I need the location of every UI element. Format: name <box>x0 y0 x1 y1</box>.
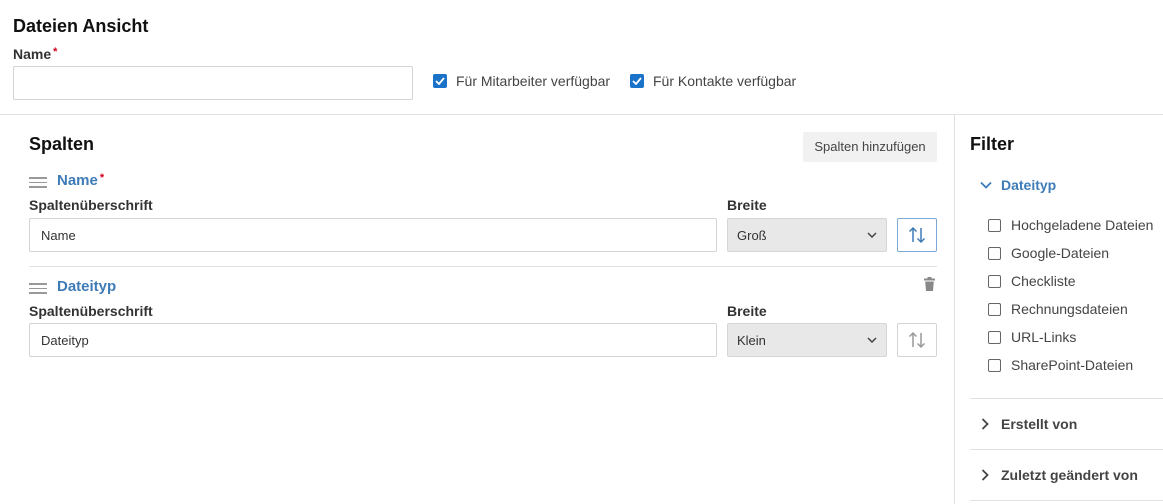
filter-option[interactable]: URL-Links <box>988 329 1076 345</box>
name-label-text: Name <box>13 46 52 62</box>
filter-checkbox[interactable] <box>988 246 1001 260</box>
width-label: Breite <box>727 197 767 213</box>
filter-checkbox[interactable] <box>988 330 1001 344</box>
filter-divider <box>954 114 955 504</box>
employees-checkbox-row[interactable]: Für Mitarbeiter verfügbar <box>433 73 610 89</box>
add-columns-button[interactable]: Spalten hinzufügen <box>803 132 937 162</box>
filter-option-label: Hochgeladene Dateien <box>1011 217 1154 233</box>
column-heading-label: Spaltenüberschrift <box>29 197 153 213</box>
sort-arrows-icon <box>908 226 926 244</box>
column-heading-input[interactable] <box>29 218 717 252</box>
width-select[interactable]: Groß <box>727 218 887 252</box>
check-icon <box>435 77 445 85</box>
filter-option[interactable]: SharePoint-Dateien <box>988 357 1133 373</box>
column-heading-input[interactable] <box>29 323 717 357</box>
sort-toggle-button[interactable] <box>897 323 937 357</box>
filter-group-erstellt-von[interactable]: Erstellt von <box>981 416 1077 432</box>
required-mark: * <box>53 46 58 58</box>
filter-checkbox[interactable] <box>988 358 1001 372</box>
filter-heading: Filter <box>970 134 1015 154</box>
page-title: Dateien Ansicht <box>13 16 149 36</box>
contacts-checkbox-row[interactable]: Für Kontakte verfügbar <box>630 73 796 89</box>
filter-option-label: SharePoint-Dateien <box>1011 357 1134 373</box>
filter-option-label: Checkliste <box>1011 273 1076 289</box>
employees-checkbox-label: Für Mitarbeiter verfügbar <box>456 73 611 89</box>
filter-option[interactable]: Hochgeladene Dateien <box>988 217 1153 233</box>
filter-option[interactable]: Google-Dateien <box>988 245 1109 261</box>
columns-heading: Spalten <box>29 134 95 154</box>
drag-handle-icon[interactable] <box>29 283 47 297</box>
column-name-text: Name <box>57 172 98 189</box>
name-label: Name * <box>13 46 57 62</box>
header-divider <box>0 114 1163 115</box>
filter-group-label: Dateityp <box>1001 177 1057 193</box>
column-name: Name * <box>57 172 104 189</box>
filter-group-dateityp[interactable]: Dateityp <box>980 177 1056 193</box>
filter-checkbox[interactable] <box>988 302 1001 316</box>
column-name: Dateityp <box>57 278 117 295</box>
filter-group-divider <box>970 398 1163 399</box>
chevron-down-icon <box>867 232 877 238</box>
sort-arrows-icon <box>908 331 926 349</box>
column-heading-label: Spaltenüberschrift <box>29 303 153 319</box>
filter-option-label: Rechnungsdateien <box>1011 301 1128 317</box>
sort-toggle-button[interactable] <box>897 218 937 252</box>
contacts-checkbox[interactable] <box>630 74 644 88</box>
trash-icon[interactable] <box>924 277 935 291</box>
drag-handle-icon[interactable] <box>29 177 47 191</box>
filter-group-label: Zuletzt geändert von <box>1001 467 1138 483</box>
filter-checkbox[interactable] <box>988 218 1001 232</box>
filter-option[interactable]: Checkliste <box>988 273 1076 289</box>
filter-group-divider <box>970 500 1163 501</box>
chevron-right-icon <box>981 469 989 481</box>
required-mark: * <box>99 172 105 184</box>
filter-checkbox[interactable] <box>988 274 1001 288</box>
column-divider <box>29 266 937 267</box>
chevron-down-icon <box>867 337 877 343</box>
width-select-value: Groß <box>737 227 767 243</box>
chevron-right-icon <box>981 418 989 430</box>
check-icon <box>632 77 642 85</box>
width-select-value: Klein <box>737 332 766 348</box>
filter-option[interactable]: Rechnungsdateien <box>988 301 1128 317</box>
contacts-checkbox-label: Für Kontakte verfügbar <box>653 73 797 89</box>
filter-group-zuletzt-geaendert-von[interactable]: Zuletzt geändert von <box>981 467 1138 483</box>
width-label: Breite <box>727 303 767 319</box>
employees-checkbox[interactable] <box>433 74 447 88</box>
filter-option-label: URL-Links <box>1011 329 1077 345</box>
chevron-down-icon <box>980 181 992 189</box>
view-name-input[interactable] <box>13 66 413 100</box>
width-select[interactable]: Klein <box>727 323 887 357</box>
filter-group-divider <box>970 449 1163 450</box>
filter-option-label: Google-Dateien <box>1011 245 1110 261</box>
filter-group-label: Erstellt von <box>1001 416 1078 432</box>
